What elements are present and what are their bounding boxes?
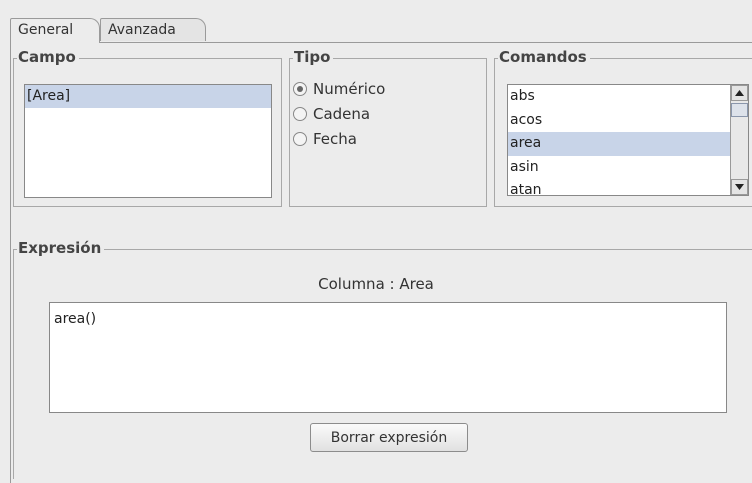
arrow-down-icon [735,184,744,190]
comandos-list-item[interactable]: asin [508,156,730,180]
scroll-up-button[interactable] [731,85,748,101]
radio-cadena[interactable]: Cadena [293,103,370,125]
radio-numerico-label: Numérico [313,80,386,98]
radio-cadena-label: Cadena [313,105,371,123]
radio-fecha[interactable]: Fecha [293,128,357,150]
expresion-group-title: Expresión [17,239,105,257]
campo-group: Campo [Area] [13,48,282,207]
comandos-list-item[interactable]: area [508,132,730,156]
radio-numerico[interactable]: Numérico [293,78,385,100]
campo-list-item[interactable]: [Area] [25,85,271,108]
radio-cadena-button[interactable] [293,107,307,121]
radio-numerico-button[interactable] [293,82,307,96]
radio-fecha-button[interactable] [293,132,307,146]
arrow-up-icon [735,90,744,96]
column-label: Columna : Area [318,275,434,293]
comandos-list-item[interactable]: atan [508,179,730,195]
tab-general[interactable]: General [10,18,100,43]
tipo-group: Tipo Numérico Cadena Fecha [289,48,487,207]
scroll-down-button[interactable] [731,179,748,195]
tipo-group-title: Tipo [293,48,334,66]
clear-expression-button[interactable]: Borrar expresión [310,423,468,452]
tab-avanzada[interactable]: Avanzada [100,18,206,41]
radio-selected-dot [297,86,303,92]
comandos-list-item[interactable]: acos [508,109,730,133]
expression-textarea[interactable]: area() [49,302,727,413]
scroll-thumb[interactable] [731,103,748,117]
comandos-group: Comandos abs acos area asin atan ceil [494,48,752,207]
comandos-list[interactable]: abs acos area asin atan ceil [507,84,749,196]
comandos-group-title: Comandos [498,48,590,66]
radio-fecha-label: Fecha [313,130,357,148]
campo-group-title: Campo [17,48,79,66]
comandos-list-item[interactable]: abs [508,85,730,109]
campo-list[interactable]: [Area] [24,84,272,198]
comandos-scrollbar[interactable] [730,85,748,195]
